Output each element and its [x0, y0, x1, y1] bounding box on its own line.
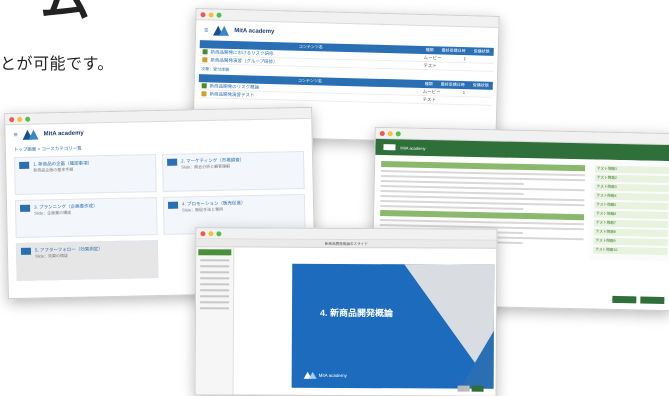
brand-name: MitA academy	[318, 372, 347, 379]
course-thumbnail-icon	[20, 247, 32, 255]
close-dot-icon[interactable]	[9, 116, 15, 122]
viewer-main: 4. 新商品開発概論 MitA academy	[234, 247, 497, 395]
minimize-dot-icon[interactable]	[387, 130, 393, 136]
question-link[interactable]: テスト問題4	[594, 192, 669, 202]
text-line	[380, 180, 524, 186]
maximize-dot-icon[interactable]	[216, 230, 222, 236]
column-header: 最終受講日時	[441, 47, 466, 54]
course-card[interactable]: 5. アフターフォロー（効果測定） Slide：効果の検証	[15, 240, 159, 282]
brand-name: MitA academy	[43, 130, 84, 138]
minimize-dot-icon[interactable]	[17, 116, 23, 122]
course-thumbnail-icon	[19, 161, 30, 169]
course-subtitle: Slide：競合分析と顧客理解	[181, 163, 231, 170]
movie-icon	[201, 83, 207, 89]
course-card[interactable]: 3. プランニング（企画書作成） Slide：企画書の構成	[14, 197, 158, 239]
content-type: テスト	[423, 62, 437, 68]
brand-logo-icon[interactable]	[23, 130, 39, 140]
movie-icon	[202, 49, 208, 55]
sidebar-item[interactable]	[200, 307, 230, 310]
course-subtitle: Slide：効果の検証	[35, 253, 69, 259]
text-line	[380, 190, 524, 196]
close-dot-icon[interactable]	[200, 11, 206, 17]
menu-icon[interactable]: ≡	[204, 27, 208, 34]
slide-navigation	[457, 385, 484, 392]
window-slide-viewer: 新商品開発概論のスライド 4. 新商品開発概論 MitA academy	[194, 227, 498, 396]
brand-logo-icon	[304, 372, 316, 379]
sidebar-item[interactable]	[200, 295, 230, 298]
sidebar-item[interactable]	[200, 301, 230, 304]
close-dot-icon[interactable]	[379, 130, 385, 136]
question-link[interactable]: テスト問題9	[593, 237, 668, 247]
viewer-sidebar	[195, 247, 235, 395]
minimize-dot-icon[interactable]	[208, 11, 214, 18]
course-thumbnail-icon	[167, 158, 178, 166]
sidebar-item[interactable]	[200, 277, 230, 280]
question-link[interactable]: テスト問題5	[594, 201, 669, 211]
document-footer	[612, 295, 665, 304]
brand-logo-icon[interactable]	[213, 26, 229, 36]
question-link[interactable]: テスト問題1	[594, 165, 669, 175]
minimize-dot-icon[interactable]	[208, 230, 214, 236]
content-type: ムービー	[422, 88, 441, 94]
brand-logo-icon	[383, 144, 396, 151]
question-link[interactable]: テスト問題3	[594, 183, 669, 193]
content-type: テスト	[422, 96, 436, 102]
course-subtitle: Slide：企画書の構成	[34, 210, 72, 216]
sidebar-item[interactable]	[200, 283, 230, 286]
course-subtitle: Slide：販促手法と事例	[182, 206, 224, 213]
sidebar-item[interactable]	[200, 271, 230, 274]
maximize-dot-icon[interactable]	[216, 12, 222, 18]
close-dot-icon[interactable]	[200, 230, 206, 236]
menu-icon[interactable]: ≡	[13, 131, 17, 138]
question-list: テスト問題1 テスト問題2 テスト問題3 テスト問題4 テスト問題5 テスト問題…	[589, 159, 669, 262]
course-thumbnail-icon	[20, 204, 31, 212]
course-card[interactable]: 1. 新商品の企画（確認事項） 新商品企画の基本手順	[14, 154, 157, 196]
column-header: 最終受講日時	[440, 81, 465, 88]
question-link[interactable]: テスト問題6	[594, 210, 669, 220]
column-header: 受講状態	[472, 82, 489, 88]
content-status: 1	[462, 90, 466, 96]
test-icon	[201, 91, 207, 97]
slide-logo: MitA academy	[304, 372, 347, 379]
question-link[interactable]: テスト問題8	[593, 228, 668, 238]
question-link[interactable]: テスト問題10	[593, 246, 668, 256]
slide-decoration	[459, 330, 494, 389]
text-line	[380, 205, 524, 210]
column-header: 受講状態	[473, 48, 490, 54]
slide-title: 4. 新商品開発概論	[319, 307, 394, 319]
maximize-dot-icon[interactable]	[395, 130, 401, 136]
next-button[interactable]	[640, 296, 665, 304]
heading-glyph: ム	[40, 0, 90, 24]
prev-slide-button[interactable]	[457, 385, 470, 392]
brand-name: MitA academy	[234, 28, 275, 36]
caption-text: とが可能です。	[0, 54, 114, 73]
course-subtitle: 新商品企画の基本手順	[33, 167, 74, 173]
sidebar-item[interactable]	[200, 289, 230, 292]
maximize-dot-icon[interactable]	[25, 116, 31, 122]
sidebar-header	[198, 249, 232, 256]
brand-name: MitA academy	[400, 144, 426, 151]
content-type: ムービー	[423, 54, 442, 60]
test-icon	[202, 57, 208, 63]
next-slide-button[interactable]	[471, 385, 484, 392]
content-status	[463, 67, 493, 68]
question-link[interactable]: テスト問題7	[593, 219, 668, 229]
content-status	[462, 101, 492, 102]
course-thumbnail-icon	[167, 201, 179, 209]
back-button[interactable]	[612, 295, 637, 304]
question-link[interactable]: テスト問題2	[594, 174, 669, 184]
course-card[interactable]: 2. マーケティング（市場調査） Slide：競合分析と顧客理解	[161, 150, 305, 192]
sidebar-item[interactable]	[200, 259, 230, 262]
column-header: 種類	[424, 81, 433, 87]
content-status: 1	[463, 56, 467, 62]
viewer-body: 4. 新商品開発概論 MitA academy	[195, 247, 497, 396]
slide-canvas: 4. 新商品開発概論 MitA academy	[291, 263, 495, 389]
sidebar-item[interactable]	[200, 265, 230, 268]
column-header: 種類	[425, 47, 434, 53]
